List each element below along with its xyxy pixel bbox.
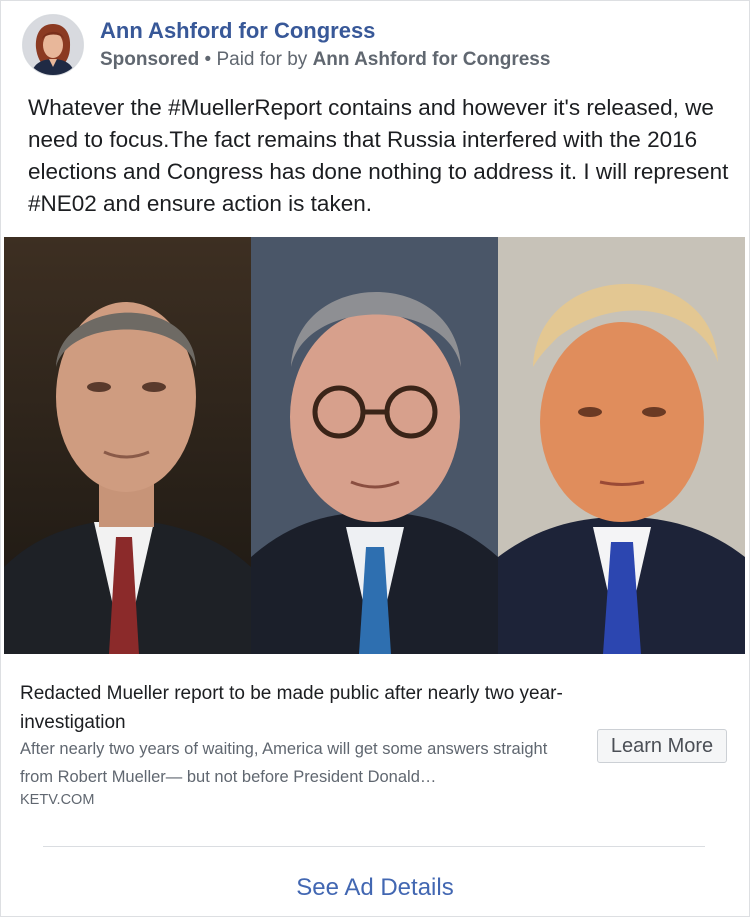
byline-separator: •	[199, 49, 217, 70]
page-avatar[interactable]	[22, 14, 84, 76]
sponsored-byline: Sponsored • Paid for by Ann Ashford for …	[100, 49, 550, 71]
portrait-middle	[251, 237, 498, 654]
link-description[interactable]: After nearly two years of waiting, Ameri…	[20, 735, 560, 791]
paid-for-prefix: Paid for by	[216, 49, 313, 70]
page-name-link[interactable]: Ann Ashford for Congress	[100, 18, 375, 44]
portrait-left	[4, 237, 251, 654]
sponsored-label[interactable]: Sponsored	[100, 49, 199, 70]
ad-image[interactable]	[4, 237, 745, 654]
see-ad-details-link[interactable]: See Ad Details	[1, 874, 749, 902]
ad-card: Ann Ashford for Congress Sponsored • Pai…	[0, 0, 750, 917]
post-text: Whatever the #MuellerReport contains and…	[28, 95, 729, 216]
paid-for-name[interactable]: Ann Ashford for Congress	[313, 49, 551, 70]
learn-more-button[interactable]: Learn More	[597, 729, 727, 763]
link-domain: KETV.COM	[20, 792, 95, 808]
portrait-right	[498, 237, 745, 654]
divider	[43, 846, 705, 847]
link-title[interactable]: Redacted Mueller report to be made publi…	[20, 679, 580, 737]
